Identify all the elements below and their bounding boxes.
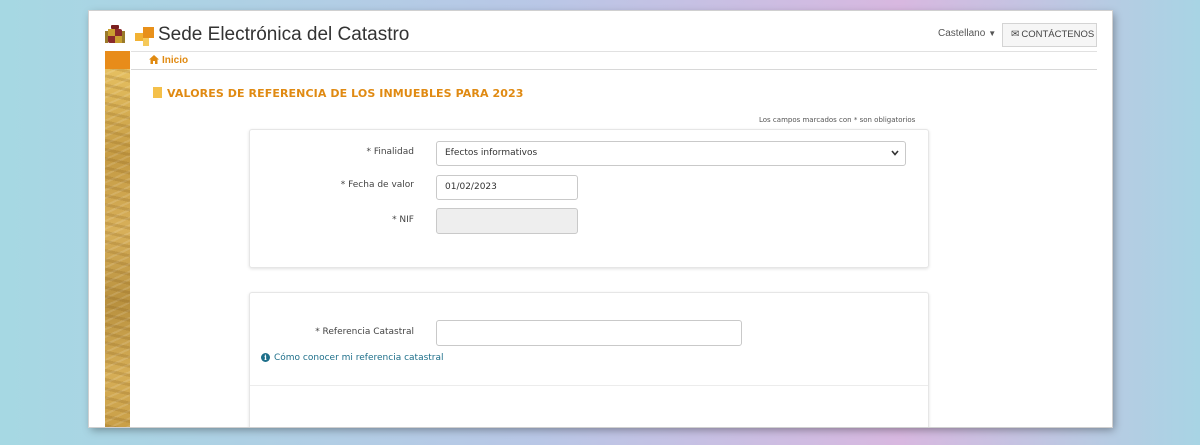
crest-icon <box>105 25 125 43</box>
breadcrumb: Inicio <box>149 55 188 66</box>
browser-window: Sede Electrónica del Catastro Castellano… <box>89 11 1112 427</box>
referencia-catastral-input[interactable] <box>436 320 742 346</box>
finalidad-select[interactable]: Efectos informativos <box>436 141 906 166</box>
nif-label: * NIF <box>392 215 414 225</box>
chevron-down-icon <box>891 150 899 156</box>
page-title: VALORES DE REFERENCIA DE LOS INMUEBLES P… <box>153 87 524 100</box>
referencia-catastral-label: * Referencia Catastral <box>315 327 414 337</box>
side-accent-bar <box>105 51 130 69</box>
panel-divider <box>250 385 928 386</box>
referencia-help-link[interactable]: i Cómo conocer mi referencia catastral <box>261 353 444 363</box>
fecha-valor-label: * Fecha de valor <box>340 180 414 190</box>
document-icon <box>153 87 162 98</box>
contact-label: CONTÁCTENOS <box>1021 29 1095 40</box>
info-icon: i <box>261 353 270 362</box>
breadcrumb-home-link[interactable]: Inicio <box>162 55 188 66</box>
page-title-text: VALORES DE REFERENCIA DE LOS INMUEBLES P… <box>167 87 524 100</box>
site-header: Sede Electrónica del Catastro Castellano… <box>89 11 1112 51</box>
home-icon <box>149 55 159 64</box>
catastro-logo-icon <box>135 27 154 46</box>
contact-button[interactable]: ✉ CONTÁCTENOS <box>1002 23 1097 47</box>
finalidad-label: * Finalidad <box>366 147 414 157</box>
caret-down-icon: ▼ <box>988 29 997 38</box>
side-decorative-image <box>105 69 130 427</box>
form-panel-main: * Finalidad Efectos informativos * Fecha… <box>249 129 929 268</box>
referencia-help-text: Cómo conocer mi referencia catastral <box>274 353 444 363</box>
required-fields-note: Los campos marcados con * son obligatori… <box>759 116 916 124</box>
mail-icon: ✉ <box>1011 29 1020 40</box>
nif-input[interactable] <box>436 208 578 234</box>
header-divider <box>131 51 1097 52</box>
form-panel-referencia: * Referencia Catastral i Cómo conocer mi … <box>249 292 929 427</box>
fecha-valor-input[interactable]: 01/02/2023 <box>436 175 578 200</box>
site-title[interactable]: Sede Electrónica del Catastro <box>158 24 409 46</box>
fecha-valor-value: 01/02/2023 <box>445 182 497 192</box>
language-label: Castellano <box>938 28 986 39</box>
language-selector[interactable]: Castellano ▼ <box>938 28 996 39</box>
breadcrumb-divider <box>131 69 1097 70</box>
finalidad-value: Efectos informativos <box>445 148 538 158</box>
